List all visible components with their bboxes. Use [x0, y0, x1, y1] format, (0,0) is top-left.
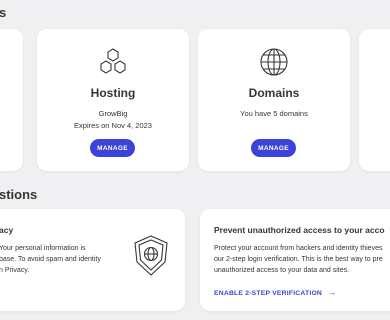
privacy-text-line-3: n Privacy. — [0, 267, 30, 274]
domains-card: Domains You have 5 domains MANAGE — [198, 29, 350, 171]
twofa-text-line-2: our 2-step login verification. This is t… — [214, 256, 383, 263]
twofa-suggestion-card: Prevent unauthorized access to your acco… — [200, 209, 390, 311]
domains-count: You have 5 domains — [240, 109, 308, 118]
hosting-plan: GrowBig — [98, 109, 128, 118]
privacy-title: acy — [0, 225, 14, 235]
hosting-card: Hosting GrowBig Expires on Nov 4, 2023 M… — [37, 29, 189, 171]
hexagon-cluster-icon — [100, 48, 126, 74]
twofa-text-line-1: Protect your account from hackers and id… — [214, 245, 383, 252]
twofa-text-line-3: unauthorized access to your data and sit… — [214, 267, 350, 274]
service-card-partial — [0, 29, 23, 171]
privacy-text-line-1: Your personal information is — [0, 245, 86, 252]
domains-manage-button[interactable]: MANAGE — [251, 139, 296, 157]
enable-2fa-link-label: ENABLE 2-STEP VERIFICATION — [214, 290, 323, 297]
enable-2fa-link[interactable]: ENABLE 2-STEP VERIFICATION → — [214, 288, 336, 297]
globe-icon — [260, 48, 288, 76]
twofa-title: Prevent unauthorized access to your acco — [214, 225, 385, 235]
privacy-text-line-2: base. To avoid spam and identity — [0, 256, 101, 263]
hosting-manage-button[interactable]: MANAGE — [90, 139, 135, 157]
hosting-expiry: Expires on Nov 4, 2023 — [74, 121, 152, 130]
shield-globe-icon — [134, 235, 168, 276]
domains-title: Domains — [248, 86, 300, 100]
section-heading-services: s — [0, 5, 7, 20]
section-heading-suggestions: stions — [0, 187, 38, 202]
privacy-suggestion-card: acy Your personal information is base. T… — [0, 209, 185, 311]
hosting-title: Hosting — [90, 86, 136, 100]
service-card-partial-right — [359, 29, 390, 171]
arrow-right-icon: → — [328, 288, 337, 297]
